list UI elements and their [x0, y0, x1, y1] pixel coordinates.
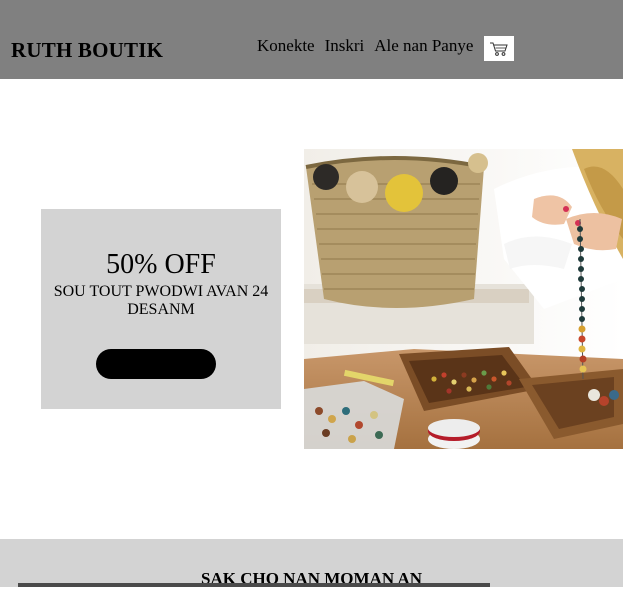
site-header: RUTH BOUTIK Konekte Inskri Ale nan Panye [0, 0, 623, 79]
main-nav: Konekte Inskri Ale nan Panye [257, 36, 483, 56]
hero-image [304, 149, 623, 449]
beadwork-photo [304, 149, 623, 449]
brand-logo[interactable]: RUTH BOUTIK [11, 38, 163, 63]
promo-title: 50% OFF [106, 249, 216, 280]
nav-link-inskri[interactable]: Inskri [325, 36, 365, 56]
nav-link-ale-nan-panye[interactable]: Ale nan Panye [374, 36, 473, 56]
featured-section: SAK CHO NAN MOMAN AN [0, 539, 623, 588]
cart-button[interactable] [484, 36, 514, 61]
nav-link-konekte[interactable]: Konekte [257, 36, 315, 56]
promo-subtitle: SOU TOUT PWODWI AVAN 24 DESANM [53, 283, 269, 318]
shopping-cart-icon [490, 42, 508, 56]
promo-banner: 50% OFF SOU TOUT PWODWI AVAN 24 DESANM [41, 209, 281, 409]
shop-now-button[interactable] [96, 349, 216, 379]
horizontal-scrollbar[interactable] [18, 583, 490, 587]
